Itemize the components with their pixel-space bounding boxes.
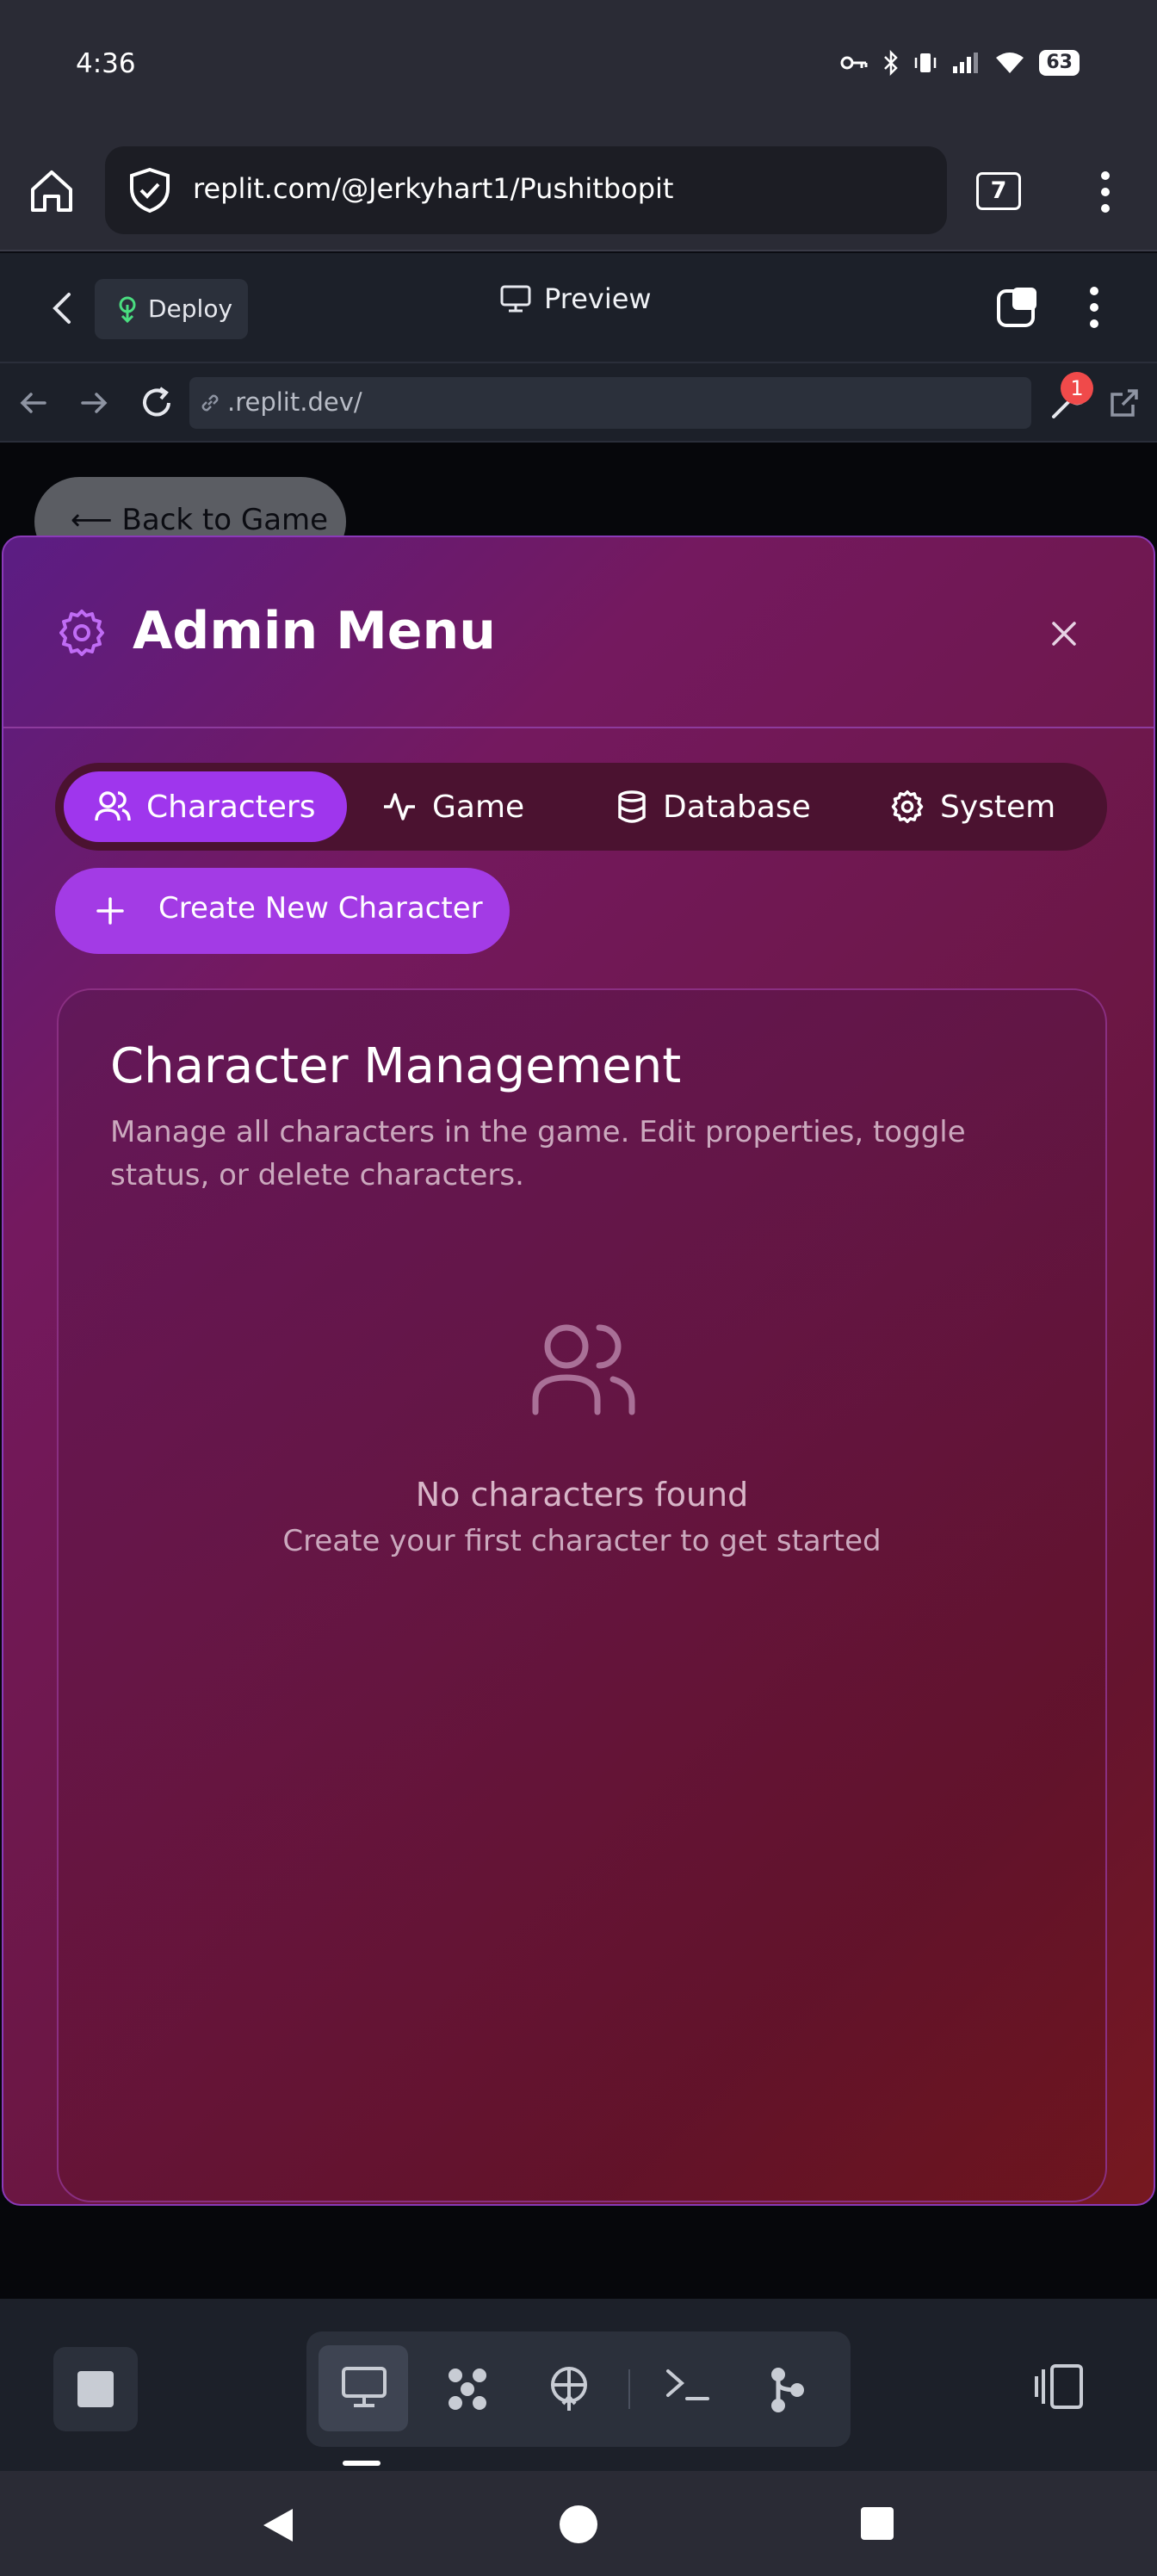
external-link-icon[interactable] (1107, 386, 1142, 420)
battery-indicator: 63 (1039, 50, 1080, 76)
vibrate-icon (915, 53, 937, 72)
tab-database[interactable]: Database (616, 771, 811, 842)
nav-back-icon[interactable] (258, 2505, 298, 2545)
character-management-card: Character Management Manage all characte… (57, 988, 1107, 2202)
wifi-icon (996, 53, 1024, 73)
plus-icon (96, 897, 124, 925)
more-options-icon[interactable] (1081, 284, 1107, 331)
deploy-button[interactable]: Deploy (95, 279, 248, 339)
layout-toggle-icon[interactable] (995, 284, 1040, 331)
chevron-left-icon[interactable] (45, 289, 79, 327)
tools-separator (628, 2369, 630, 2409)
signal-icon (953, 53, 979, 73)
deploy-label: Deploy (148, 294, 233, 323)
tab-switcher-button[interactable]: 7 (976, 172, 1021, 210)
admin-tabs: Characters Game Database System (55, 763, 1107, 851)
tab-database-label: Database (663, 789, 811, 825)
users-icon (532, 1324, 635, 1415)
link-icon (201, 394, 219, 412)
system-navigation-bar (0, 2471, 1157, 2576)
close-icon[interactable] (1047, 616, 1081, 651)
browser-toolbar: replit.com/@Jerkyhart1/Pushitbopit 7 (0, 131, 1157, 251)
workspace-toolbar (0, 2299, 1157, 2471)
home-icon[interactable] (28, 167, 76, 215)
preview-label: Preview (544, 282, 652, 315)
status-icons: 63 (839, 50, 1080, 76)
preview-tool[interactable] (319, 2345, 408, 2431)
preview-title: Preview (499, 282, 652, 315)
deploy-icon (119, 296, 136, 323)
admin-menu-header: Admin Menu (3, 537, 1154, 728)
webview-url-text: .replit.dev/ (227, 387, 362, 417)
webview-url-bar[interactable]: .replit.dev/ (189, 377, 1031, 429)
status-time: 4:36 (76, 48, 136, 79)
arrow-right-icon[interactable] (77, 386, 112, 420)
tab-game-label: Game (432, 789, 525, 825)
address-bar-url: replit.com/@Jerkyhart1/Pushitbopit (193, 172, 674, 205)
tab-system[interactable]: System (890, 771, 1055, 842)
card-description: Manage all characters in the game. Edit … (110, 1115, 966, 1192)
devtools-badge: 1 (1061, 372, 1093, 405)
tab-game[interactable]: Game (382, 771, 524, 842)
webview-toolbar: .replit.dev/ (0, 363, 1157, 443)
admin-menu-title: Admin Menu (133, 601, 496, 661)
arrow-left-icon[interactable] (15, 386, 50, 420)
activity-icon (384, 793, 415, 820)
stop-button[interactable] (53, 2347, 138, 2431)
workspace-tools (306, 2331, 851, 2447)
panels-icon[interactable] (1033, 2362, 1085, 2411)
nav-recents-button[interactable] (861, 2507, 894, 2540)
address-bar[interactable]: replit.com/@Jerkyhart1/Pushitbopit (105, 146, 947, 234)
monitor-icon (500, 285, 531, 313)
users-icon (95, 791, 131, 821)
create-character-label: Create New Character (158, 891, 483, 926)
globe-upload-icon (551, 2367, 587, 2411)
shield-check-icon (130, 167, 170, 214)
database-icon (618, 790, 646, 823)
terminal-icon (666, 2369, 709, 2400)
shell-tool[interactable] (642, 2345, 732, 2431)
tab-characters[interactable]: Characters (64, 771, 347, 842)
tab-characters-label: Characters (146, 789, 316, 825)
agent-tool[interactable] (422, 2345, 511, 2431)
gear-icon (891, 790, 924, 823)
browser-menu-icon[interactable] (1088, 169, 1123, 215)
gear-icon (59, 610, 104, 656)
empty-state-title: No characters found (415, 1476, 749, 1514)
replit-header: Deploy Preview (0, 253, 1157, 363)
deployments-tool[interactable] (523, 2345, 613, 2431)
empty-state-subtitle: Create your first character to get start… (282, 1524, 882, 1558)
admin-menu-modal: Admin Menu Characters Game Database Syst… (2, 536, 1155, 2206)
create-character-button[interactable]: Create New Character (55, 868, 510, 954)
bluetooth-icon (884, 50, 899, 76)
git-tool[interactable] (742, 2345, 832, 2431)
nav-home-button[interactable] (560, 2505, 597, 2543)
git-branch-icon (771, 2368, 804, 2412)
card-title: Character Management (110, 1038, 682, 1094)
agent-icon (449, 2369, 486, 2410)
key-icon (840, 56, 868, 70)
tab-system-label: System (940, 789, 1056, 825)
active-tool-indicator (343, 2461, 381, 2466)
monitor-icon (342, 2367, 387, 2407)
stop-icon (77, 2371, 114, 2407)
reload-icon[interactable] (138, 384, 176, 422)
status-bar: 4:36 63 (0, 0, 1157, 131)
